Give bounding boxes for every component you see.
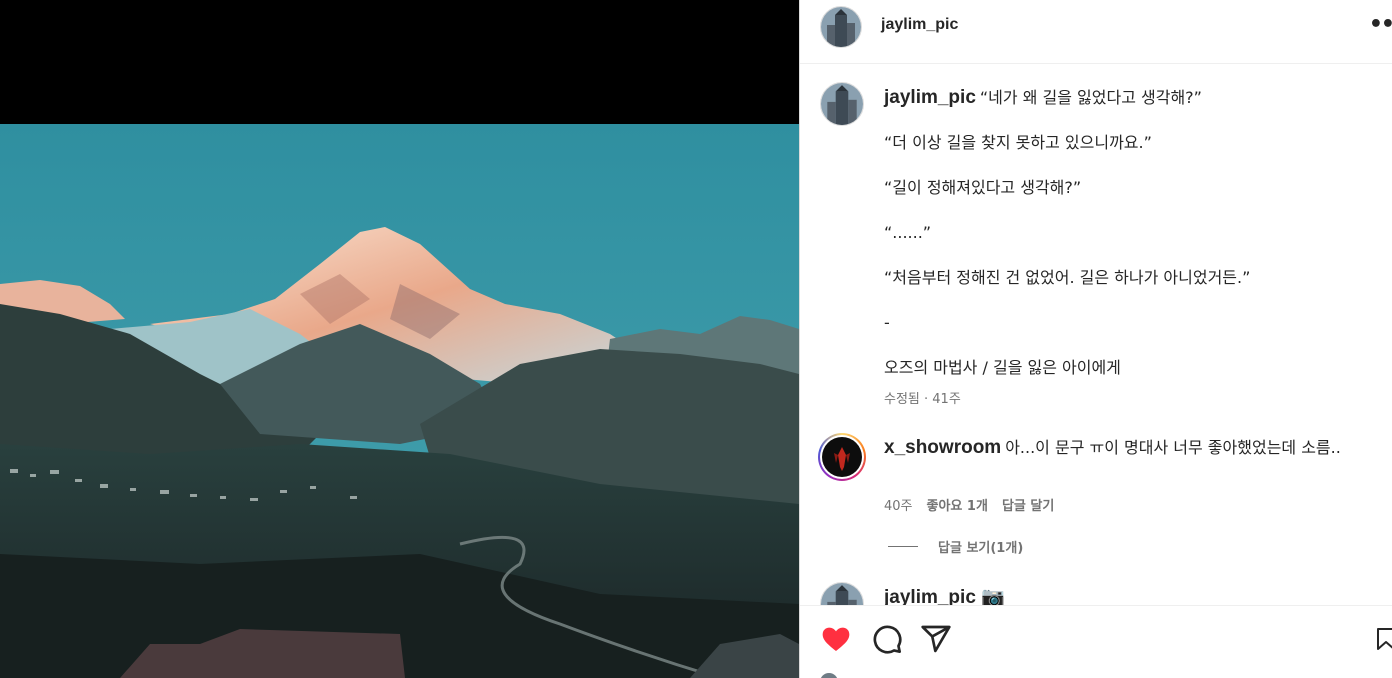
view-replies-button[interactable]: 답글 보기(1개) [888, 537, 1023, 556]
caption-line: 오즈의 마법사 / 길을 잃은 아이에게 [884, 358, 1121, 377]
caption-text: jaylim_pic “네가 왜 길을 잃었다고 생각해?” “더 이상 길을 찾… [884, 86, 1374, 379]
caption-line: “처음부터 정해진 건 없었어. 길은 하나가 아니었거든.” [884, 268, 1251, 287]
author-avatar[interactable] [820, 6, 862, 48]
post-header: jaylim_pic •• [800, 0, 1392, 64]
view-replies-label: 답글 보기(1개) [938, 541, 1024, 556]
comment-author[interactable]: x_showroom [884, 437, 1001, 458]
heart-icon[interactable] [819, 623, 853, 655]
author-username[interactable]: jaylim_pic [881, 16, 958, 34]
commenter-avatar[interactable] [820, 582, 864, 605]
post-side-panel: jaylim_pic •• jaylim_pic “네가 왜 길을 잃었다고 생각… [799, 0, 1392, 678]
comment-body: 아...이 문구 ㅠ이 명대사 너무 좋아했었는데 소름.. [1005, 438, 1341, 457]
bookmark-icon[interactable] [1376, 623, 1392, 655]
caption-line: - [884, 313, 890, 332]
comment-author[interactable]: jaylim_pic 📷 [884, 585, 1005, 605]
comment-icon[interactable] [870, 623, 904, 655]
caption-line: “네가 왜 길을 잃었다고 생각해?” [979, 88, 1202, 107]
comments-list: jaylim_pic “네가 왜 길을 잃었다고 생각해?” “더 이상 길을 찾… [800, 64, 1392, 605]
caption-avatar[interactable] [820, 82, 864, 126]
reply-button[interactable]: 답글 달기 [1002, 495, 1054, 514]
post-photo[interactable] [0, 124, 799, 678]
liker-avatar[interactable] [820, 673, 838, 678]
share-icon[interactable] [919, 623, 953, 655]
caption-author[interactable]: jaylim_pic [884, 87, 976, 108]
post-media [0, 0, 799, 678]
more-options-icon[interactable]: •• [1369, 12, 1392, 37]
caption-line: “길이 정해져있다고 생각해?” [884, 178, 1082, 197]
replies-divider [888, 546, 918, 547]
commenter-avatar[interactable] [818, 433, 866, 481]
caption-line: “......” [884, 223, 932, 242]
comment-age: 40주 [884, 499, 913, 514]
action-bar [800, 605, 1392, 678]
comment-meta: 40주 좋아요 1개 답글 달기 [884, 495, 1054, 514]
comment-likes[interactable]: 좋아요 1개 [927, 495, 988, 514]
caption-line: “더 이상 길을 찾지 못하고 있으니까요.” [884, 133, 1152, 152]
caption-meta: 수정됨 · 41주 [884, 392, 961, 407]
comment-text: x_showroom 아...이 문구 ㅠ이 명대사 너무 좋아했었는데 소름.. [884, 436, 1374, 460]
